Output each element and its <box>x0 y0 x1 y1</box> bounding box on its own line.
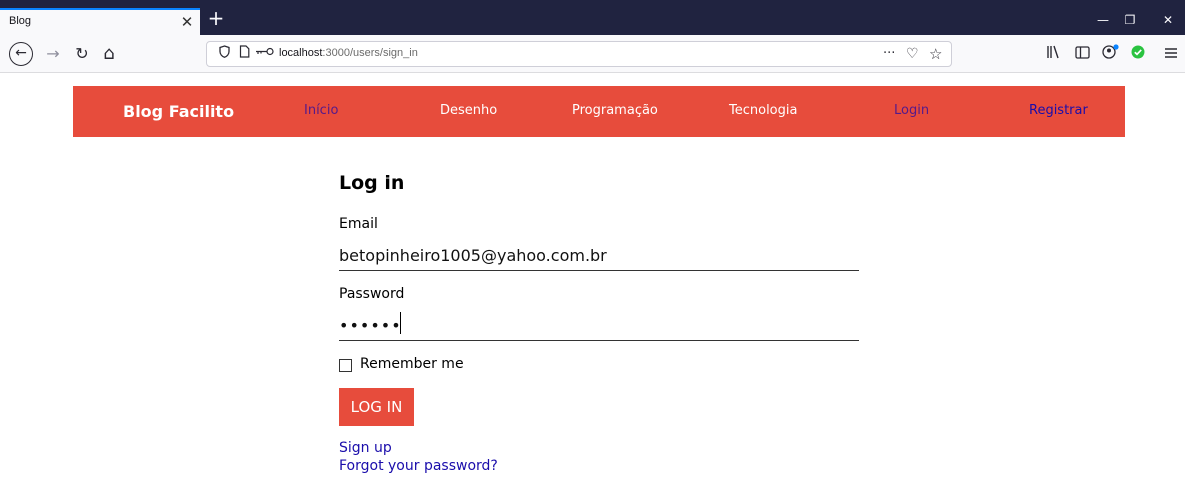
password-label: Password <box>339 286 405 302</box>
navigation-toolbar: ← → ↻ ⌂ localhost:3000/users/sign_in ···… <box>0 35 1185 73</box>
menu-icon[interactable] <box>1161 43 1181 65</box>
tab-title: Blog <box>9 15 32 27</box>
back-icon[interactable]: ← <box>9 42 33 66</box>
url-path: :3000/users/sign_in <box>322 47 418 59</box>
account-icon[interactable] <box>1100 43 1120 65</box>
extension-check-icon[interactable] <box>1128 43 1148 65</box>
login-button[interactable]: LOG IN <box>339 388 414 426</box>
nav-link-inicio[interactable]: Início <box>304 103 338 118</box>
tab-close-icon[interactable]: ✕ <box>178 11 196 33</box>
url-bar[interactable]: localhost:3000/users/sign_in ··· ♡ ☆ <box>206 41 952 67</box>
site-header: Blog Facilito Início Desenho Programação… <box>73 86 1125 137</box>
nav-link-desenho[interactable]: Desenho <box>440 103 497 118</box>
nav-link-login[interactable]: Login <box>894 103 929 118</box>
bookmark-star-icon[interactable]: ☆ <box>929 45 942 63</box>
url-host: localhost <box>279 47 323 59</box>
new-tab-icon[interactable]: + <box>205 8 227 30</box>
brand-logo[interactable]: Blog Facilito <box>123 102 234 121</box>
page-icon[interactable] <box>239 45 250 63</box>
text-caret <box>400 312 401 334</box>
window-close-icon[interactable]: ✕ <box>1157 10 1179 30</box>
email-label: Email <box>339 216 378 232</box>
tab-blog[interactable]: Blog ✕ <box>0 8 200 35</box>
home-icon[interactable]: ⌂ <box>99 43 119 65</box>
pocket-icon[interactable]: ♡ <box>906 45 919 63</box>
email-field[interactable] <box>339 241 859 271</box>
url-text[interactable]: localhost:3000/users/sign_in <box>279 47 418 59</box>
sign-up-link[interactable]: Sign up <box>339 440 392 456</box>
minimize-icon[interactable]: — <box>1092 10 1114 30</box>
shield-icon[interactable] <box>219 45 230 63</box>
forgot-password-link[interactable]: Forgot your password? <box>339 458 498 474</box>
restore-icon[interactable]: ❐ <box>1119 10 1141 30</box>
page-actions-icon[interactable]: ··· <box>883 45 895 63</box>
nav-link-registrar[interactable]: Registrar <box>1029 103 1088 118</box>
reload-icon[interactable]: ↻ <box>72 43 92 65</box>
library-icon[interactable] <box>1044 43 1064 65</box>
remember-me-label[interactable]: Remember me <box>360 356 464 372</box>
remember-me-checkbox[interactable] <box>339 359 352 372</box>
tab-bar: Blog ✕ + — ❐ ✕ <box>0 0 1185 35</box>
password-field[interactable] <box>339 311 859 341</box>
key-icon[interactable] <box>255 45 275 63</box>
page-title: Log in <box>339 172 405 194</box>
nav-link-programacao[interactable]: Programação <box>572 103 658 118</box>
forward-icon[interactable]: → <box>43 43 63 65</box>
sidebar-icon[interactable] <box>1072 43 1092 65</box>
nav-link-tecnologia[interactable]: Tecnologia <box>729 103 797 118</box>
